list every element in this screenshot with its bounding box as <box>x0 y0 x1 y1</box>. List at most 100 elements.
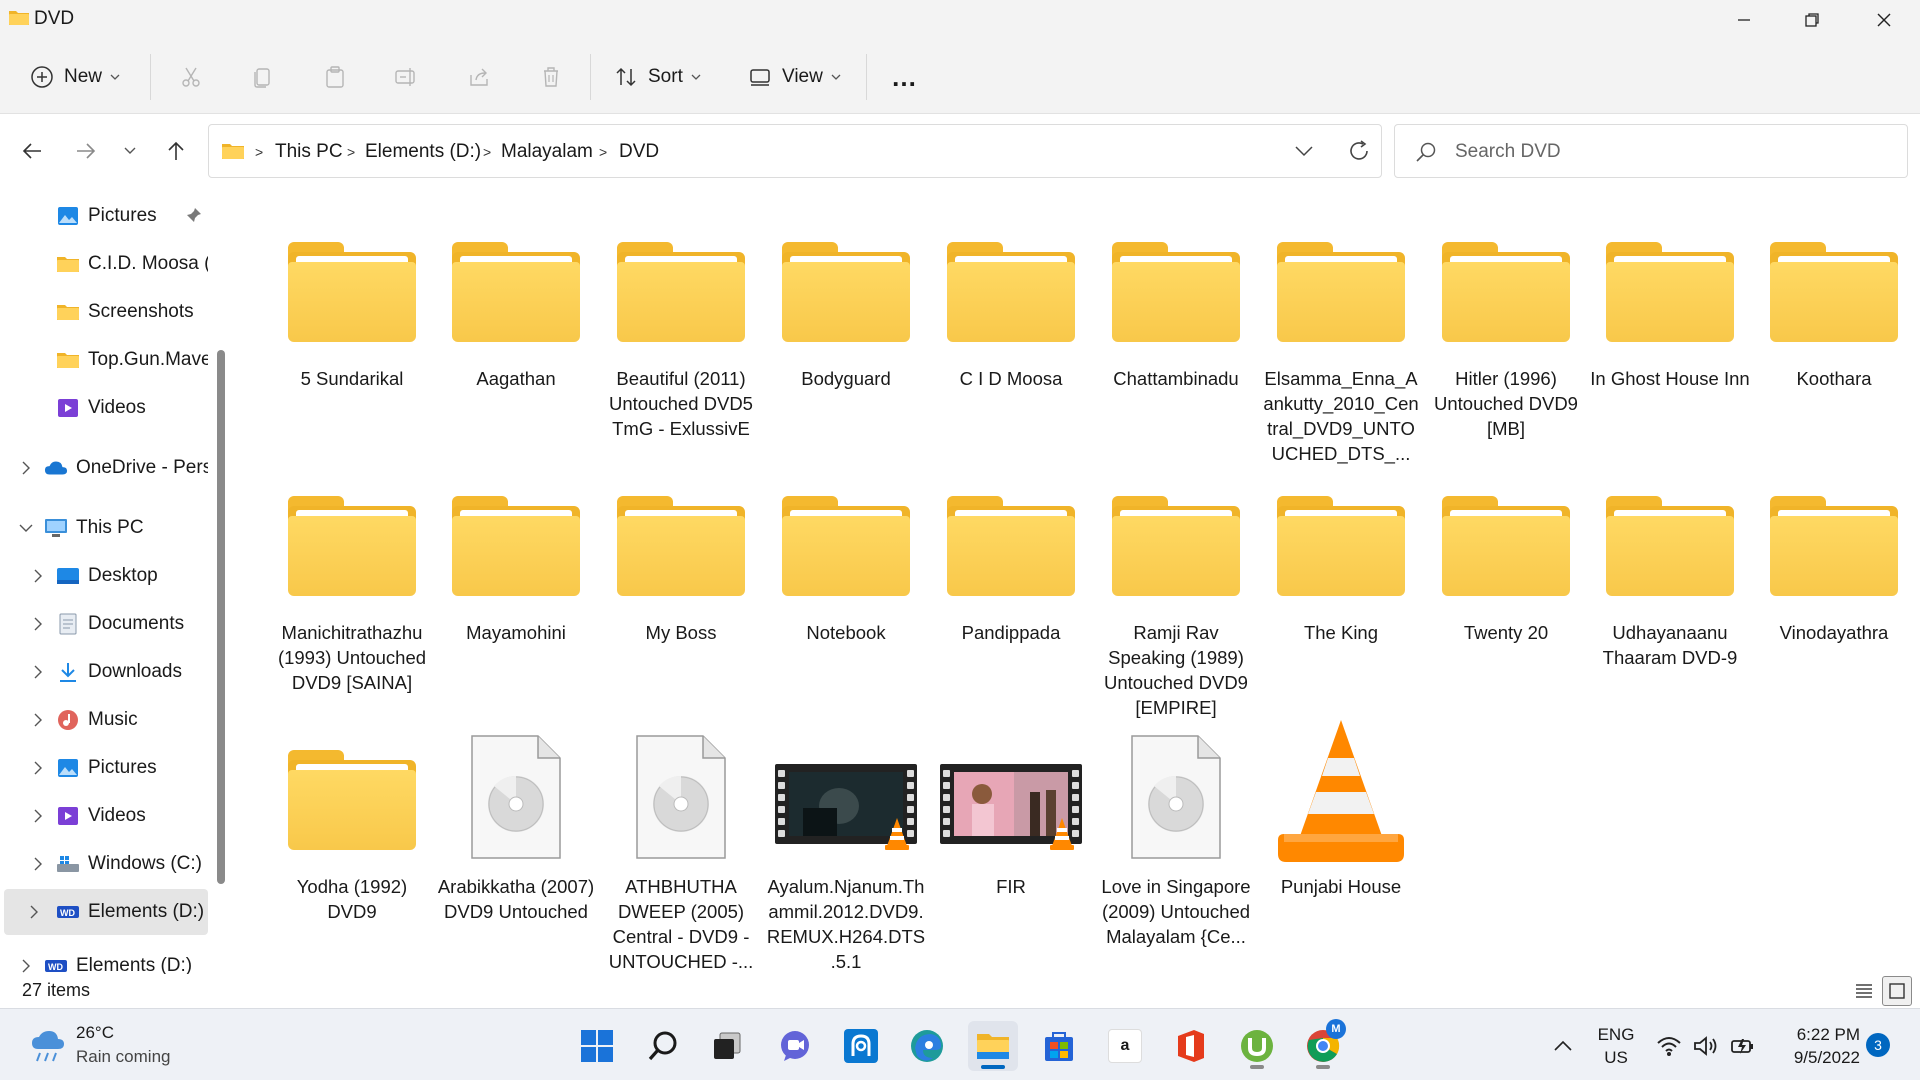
sidebar-item-music[interactable]: Music <box>4 697 208 743</box>
minimize-button[interactable] <box>1708 0 1780 40</box>
folder-item[interactable]: Hitler (1996) Untouched DVD9 [MB] <box>1426 210 1586 460</box>
delete-button[interactable] <box>536 40 566 114</box>
file-item[interactable]: Love in Singapore (2009) Untouched Malay… <box>1096 718 1256 968</box>
sidebar-item-elements-d-external[interactable]: WD Elements (D:) <box>4 943 208 974</box>
new-button[interactable]: New <box>30 40 120 114</box>
folder-item[interactable]: Manichitrathazhu (1993) Untouched DVD9 [… <box>272 464 432 714</box>
chevron-right-icon[interactable] <box>30 808 46 824</box>
folder-item[interactable]: Yodha (1992) DVD9 <box>272 718 432 968</box>
chevron-right-icon[interactable] <box>18 460 34 476</box>
taskbar-search-button[interactable] <box>638 1021 688 1071</box>
folder-item[interactable]: Aagathan <box>436 210 596 460</box>
breadcrumb-this-pc[interactable]: This PC <box>275 141 343 163</box>
large-icons-view-button[interactable] <box>1882 976 1912 1006</box>
sidebar-item-downloads[interactable]: Downloads <box>4 649 208 695</box>
chevron-down-icon[interactable] <box>1295 145 1313 157</box>
address-bar[interactable]: > This PC > Elements (D:) > Malayalam > … <box>208 124 1382 178</box>
breadcrumb-elements-d[interactable]: Elements (D:) <box>365 141 481 163</box>
teams-chat-button[interactable] <box>770 1021 820 1071</box>
file-item[interactable]: Arabikkatha (2007) DVD9 Untouched <box>436 718 596 968</box>
sort-button[interactable]: Sort <box>614 40 701 114</box>
start-button[interactable] <box>572 1021 622 1071</box>
folder-item[interactable]: In Ghost House Inn <box>1590 210 1750 460</box>
folder-item[interactable]: Elsamma_Enna_Aankutty_2010_Central_DVD9_… <box>1261 210 1421 464</box>
folder-item[interactable]: Pandippada <box>931 464 1091 714</box>
folder-item[interactable]: Chattambinadu <box>1096 210 1256 460</box>
chevron-down-icon[interactable] <box>18 520 34 536</box>
file-item[interactable]: ATHBHUTHA DWEEP (2005) Central - DVD9 - … <box>601 718 761 972</box>
sidebar-item-documents[interactable]: Documents <box>4 601 208 647</box>
folder-item[interactable]: My Boss <box>601 464 761 714</box>
chevron-right-icon[interactable] <box>26 904 42 920</box>
sidebar-item-pictures-pinned[interactable]: Pictures <box>4 193 208 239</box>
chrome-button[interactable]: M <box>1298 1019 1348 1071</box>
folder-item[interactable]: Mayamohini <box>436 464 596 714</box>
search-box[interactable]: Search DVD <box>1394 124 1908 178</box>
sidebar-item-cid-moosa[interactable]: C.I.D. Moosa (2 <box>4 241 208 287</box>
up-button[interactable] <box>156 114 196 188</box>
show-hidden-icons-button[interactable] <box>1546 1029 1580 1063</box>
restore-button[interactable] <box>1776 0 1848 40</box>
back-button[interactable] <box>12 114 52 188</box>
breadcrumb-malayalam[interactable]: Malayalam <box>501 141 593 163</box>
sidebar-item-onedrive[interactable]: OneDrive - Perso <box>4 445 208 491</box>
folder-item[interactable]: Notebook <box>766 464 926 714</box>
sidebar-item-top-gun[interactable]: Top.Gun.Maveri <box>4 337 208 383</box>
chevron-right-icon[interactable] <box>30 760 46 776</box>
folder-item[interactable]: Udhayanaanu Thaaram DVD-9 <box>1590 464 1750 714</box>
folder-item[interactable]: 5 Sundarikal <box>272 210 432 460</box>
file-item[interactable]: Punjabi House <box>1261 718 1421 968</box>
details-view-button[interactable] <box>1850 978 1878 1004</box>
folder-item[interactable]: C I D Moosa <box>931 210 1091 460</box>
chevron-right-icon[interactable] <box>18 958 34 974</box>
microsoft-store-button[interactable] <box>1034 1021 1084 1071</box>
close-button[interactable] <box>1848 0 1920 40</box>
folder-item[interactable]: The King <box>1261 464 1421 714</box>
recent-locations-button[interactable] <box>110 114 150 188</box>
store-app-button[interactable] <box>836 1021 886 1071</box>
refresh-icon[interactable] <box>1347 139 1371 163</box>
edge-button[interactable] <box>902 1021 952 1071</box>
cut-button[interactable] <box>176 40 206 114</box>
sidebar-item-pictures[interactable]: Pictures <box>4 745 208 791</box>
paste-button[interactable] <box>320 40 350 114</box>
folder-item[interactable]: Twenty 20 <box>1426 464 1586 714</box>
folder-item[interactable]: Koothara <box>1754 210 1914 460</box>
amazon-button[interactable]: a <box>1100 1021 1150 1071</box>
copy-button[interactable] <box>248 40 278 114</box>
office-button[interactable] <box>1166 1021 1216 1071</box>
file-item[interactable]: Ayalum.Njanum.Thammil.2012.DVD9.REMUX.H2… <box>766 718 926 972</box>
view-button[interactable]: View <box>748 40 841 114</box>
file-item[interactable]: FIR <box>931 718 1091 968</box>
system-tray-status[interactable] <box>1656 1027 1756 1065</box>
chevron-right-icon[interactable] <box>30 856 46 872</box>
folder-item[interactable]: Beautiful (2011) Untouched DVD5 TmG - Ex… <box>601 210 761 460</box>
weather-widget[interactable]: 26°C Rain coming <box>26 1019 226 1071</box>
sidebar-item-windows-c[interactable]: Windows (C:) <box>4 841 208 887</box>
file-explorer-taskbar-button[interactable] <box>968 1021 1018 1071</box>
sidebar-scrollbar[interactable] <box>214 190 230 972</box>
chevron-right-icon[interactable] <box>30 616 46 632</box>
sidebar-item-this-pc[interactable]: This PC <box>4 505 208 551</box>
notification-badge[interactable]: 3 <box>1866 1033 1890 1057</box>
share-button[interactable] <box>464 40 494 114</box>
scrollbar-thumb[interactable] <box>217 350 225 884</box>
sidebar-item-videos-quick[interactable]: Videos <box>4 385 208 431</box>
sidebar-item-desktop[interactable]: Desktop <box>4 553 208 599</box>
language-indicator[interactable]: ENG US <box>1594 1023 1638 1069</box>
folder-item[interactable]: Vinodayathra <box>1754 464 1914 714</box>
task-view-button[interactable] <box>702 1021 752 1071</box>
breadcrumb-dvd[interactable]: DVD <box>619 141 659 163</box>
sidebar-item-videos[interactable]: Videos <box>4 793 208 839</box>
chevron-right-icon[interactable] <box>30 712 46 728</box>
clock[interactable]: 6:22 PM 9/5/2022 <box>1770 1023 1860 1069</box>
sidebar-item-elements-d-selected[interactable]: WD Elements (D:) <box>4 889 208 935</box>
folder-item[interactable]: Bodyguard <box>766 210 926 460</box>
utorrent-button[interactable] <box>1232 1021 1282 1071</box>
chevron-right-icon[interactable] <box>30 664 46 680</box>
forward-button[interactable] <box>66 114 106 188</box>
chevron-right-icon[interactable] <box>30 568 46 584</box>
more-options-button[interactable]: … <box>888 40 920 114</box>
folder-item[interactable]: Ramji Rav Speaking (1989) Untouched DVD9… <box>1096 464 1256 718</box>
rename-button[interactable] <box>392 40 422 114</box>
